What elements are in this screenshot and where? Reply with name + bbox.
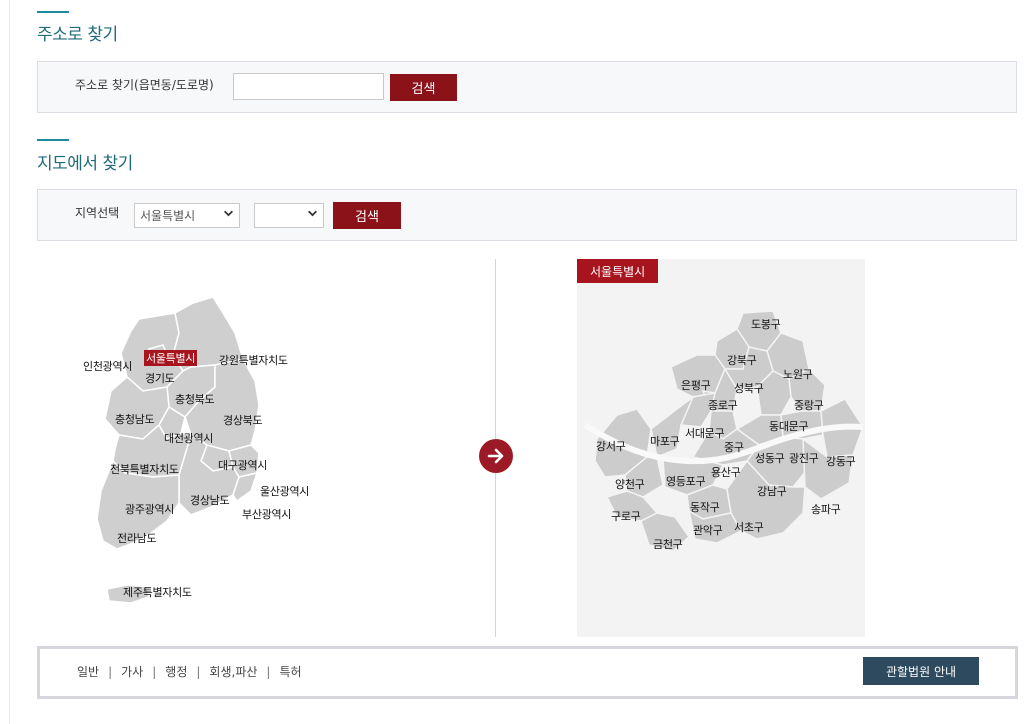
region-select[interactable]: 서울특별시 [134,203,240,228]
map-label-incheon[interactable]: 인천광역시 [83,358,132,374]
map-label-yongsan[interactable]: 용산구 [711,464,741,480]
case-category-list: 일반 | 가사 | 행정 | 회생,파산 | 특허 [77,663,302,680]
seoul-map-tag: 서울특별시 [577,259,659,283]
seoul-map-panel: 서울특별시 도봉구 강북구 노원구 은평구 성북구 종로구 중랑구 서대문구 동… [577,259,865,637]
map-label-nowon[interactable]: 노원구 [783,366,813,382]
map-label-gangseo[interactable]: 강서구 [596,438,626,454]
map-label-gwangju[interactable]: 광주광역시 [125,501,174,517]
map-label-dongjak[interactable]: 동작구 [690,499,720,515]
category-separator: | [108,664,113,679]
map-label-seongbuk[interactable]: 성북구 [734,380,764,396]
korea-map[interactable] [87,295,317,607]
category-rehabilitation-bankruptcy[interactable]: 회생,파산 [209,663,257,680]
map-label-gwangjin[interactable]: 광진구 [789,450,819,466]
map-search-box: 지역선택 서울특별시 검색 [37,189,1017,241]
map-label-ulsan[interactable]: 울산광역시 [260,483,309,499]
address-search-label: 주소로 찾기(읍면동/도로명) [75,78,214,92]
map-label-guro[interactable]: 구로구 [611,508,641,524]
map-label-gyeonggi[interactable]: 경기도 [145,370,175,386]
region-select-label: 지역선택 [75,206,120,220]
chevron-down-icon [223,208,234,222]
map-label-gyeongbuk[interactable]: 경상북도 [223,412,263,428]
map-label-seongdong[interactable]: 성동구 [755,450,785,466]
map-label-yeongdeungpo[interactable]: 영등포구 [666,473,706,489]
map-label-geumcheon[interactable]: 금천구 [653,536,683,552]
map-label-chungbuk[interactable]: 충청북도 [175,391,215,407]
section-accent-bar [37,11,69,13]
address-search-title: 주소로 찾기 [37,25,118,45]
map-label-seocho[interactable]: 서초구 [734,519,764,535]
category-patent[interactable]: 특허 [279,663,301,680]
map-label-jeonnam[interactable]: 전라남도 [117,530,157,546]
map-label-gyeongnam[interactable]: 경상남도 [190,492,230,508]
map-label-songpa[interactable]: 송파구 [811,501,841,517]
map-label-jung[interactable]: 중구 [724,439,744,455]
map-label-gangdong[interactable]: 강동구 [826,453,856,469]
map-label-yangcheon[interactable]: 양천구 [615,476,645,492]
region-select-value: 서울특별시 [140,209,196,223]
address-search-button[interactable]: 검색 [390,74,457,101]
map-label-dongdaemun[interactable]: 동대문구 [769,418,809,434]
map-label-daejeon[interactable]: 대전광역시 [164,430,213,446]
court-category-bar: 일반 | 가사 | 행정 | 회생,파산 | 특허 관할법원 안내 [37,646,1018,699]
jurisdiction-guide-button[interactable]: 관할법원 안내 [863,657,979,685]
address-search-input[interactable] [233,73,384,100]
map-label-chungnam[interactable]: 충청남도 [115,411,155,427]
arrow-right-circle-icon[interactable] [479,439,513,473]
category-separator: | [196,664,201,679]
map-label-eunpyeong[interactable]: 은평구 [681,377,711,393]
section-accent-bar [37,139,69,141]
map-label-gwanak[interactable]: 관악구 [693,522,723,538]
map-label-busan[interactable]: 부산광역시 [242,506,291,522]
category-general[interactable]: 일반 [77,663,99,680]
map-area: 인천광역시 서울특별시 강원특별자치도 경기도 충청북도 충청남도 경상북도 대… [37,259,1017,637]
address-search-box: 주소로 찾기(읍면동/도로명) 검색 [37,61,1017,113]
chevron-down-icon [307,208,318,222]
map-label-gangnam[interactable]: 강남구 [757,483,787,499]
category-separator: | [266,664,271,679]
map-label-seoul[interactable]: 서울특별시 [144,350,198,366]
district-select[interactable] [254,203,324,228]
map-label-gangbuk[interactable]: 강북구 [727,352,757,368]
category-separator: | [152,664,157,679]
map-label-jeju[interactable]: 제주특별자치도 [123,584,192,600]
map-search-button[interactable]: 검색 [333,202,401,229]
map-label-jeonbuk[interactable]: 전북특별자치도 [110,461,179,477]
map-label-seodaemun[interactable]: 서대문구 [685,425,725,441]
map-search-title: 지도에서 찾기 [37,154,133,174]
category-family[interactable]: 가사 [121,663,143,680]
map-label-gangwon[interactable]: 강원특별자치도 [219,352,288,368]
map-label-jongno[interactable]: 종로구 [708,397,738,413]
page-left-rule [9,0,10,724]
category-administrative[interactable]: 행정 [165,663,187,680]
map-label-jungnang[interactable]: 중랑구 [794,397,824,413]
map-label-mapo[interactable]: 마포구 [650,433,680,449]
map-label-daegu[interactable]: 대구광역시 [218,457,267,473]
map-label-dobong[interactable]: 도봉구 [751,316,781,332]
